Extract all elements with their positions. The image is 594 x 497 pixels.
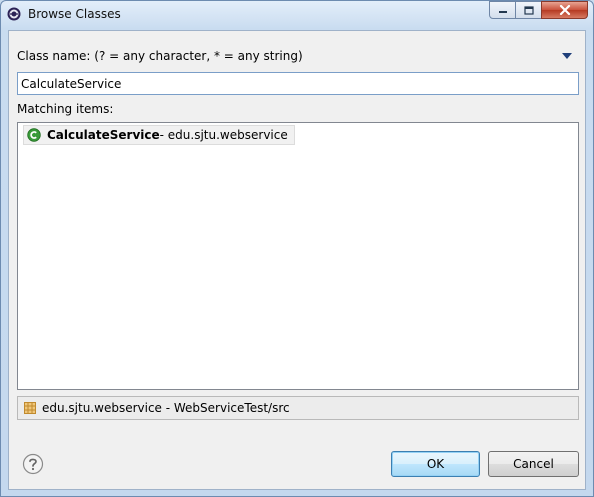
browse-classes-dialog: Browse Classes Class name: (? = any char… bbox=[0, 0, 594, 497]
ok-button[interactable]: OK bbox=[391, 451, 480, 477]
item-class-name: CalculateService bbox=[47, 128, 160, 142]
class-name-label: Class name: (? = any character, * = any … bbox=[17, 49, 303, 63]
title-bar[interactable]: Browse Classes bbox=[1, 1, 593, 29]
close-icon bbox=[559, 5, 570, 15]
package-icon bbox=[24, 402, 36, 414]
item-package-detail: - edu.sjtu.webservice bbox=[159, 128, 288, 142]
class-name-input[interactable] bbox=[17, 72, 579, 95]
java-class-icon bbox=[27, 128, 41, 142]
minimize-button[interactable] bbox=[489, 1, 516, 19]
close-button[interactable] bbox=[541, 1, 588, 19]
matching-items-list[interactable]: CalculateService - edu.sjtu.webservice bbox=[17, 122, 579, 390]
cancel-button[interactable]: Cancel bbox=[488, 451, 579, 477]
eclipse-app-icon bbox=[7, 7, 21, 21]
dialog-body: Class name: (? = any character, * = any … bbox=[8, 30, 586, 490]
dropdown-triangle-icon[interactable] bbox=[562, 53, 572, 59]
matching-items-label: Matching items: bbox=[17, 102, 114, 116]
package-path-text: edu.sjtu.webservice - WebServiceTest/src bbox=[42, 401, 290, 415]
maximize-icon bbox=[523, 5, 534, 15]
minimize-icon bbox=[498, 11, 507, 13]
list-item[interactable]: CalculateService - edu.sjtu.webservice bbox=[23, 125, 295, 145]
help-icon[interactable] bbox=[22, 453, 44, 475]
window-title: Browse Classes bbox=[28, 7, 121, 21]
selected-package-bar: edu.sjtu.webservice - WebServiceTest/src bbox=[17, 396, 579, 420]
maximize-button[interactable] bbox=[515, 1, 542, 19]
